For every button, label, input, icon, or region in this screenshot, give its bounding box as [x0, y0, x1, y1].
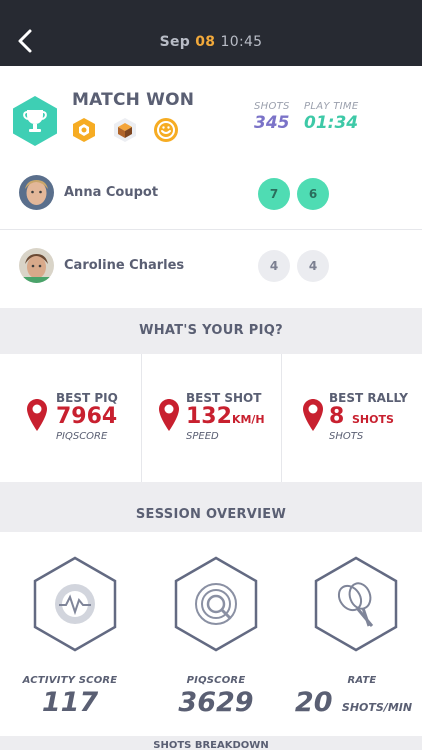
overview-label: PIQSCORE: [186, 675, 246, 686]
best-piq-card[interactable]: BEST PIQ 7964 PIQSCORE: [0, 354, 141, 482]
best-shot-card[interactable]: BEST SHOT 132KM/H SPEED: [141, 354, 281, 482]
piq-cards: BEST PIQ 7964 PIQSCORE BEST SHOT 132KM/H…: [0, 354, 422, 482]
activity-icon[interactable]: [33, 556, 117, 652]
top-bar: Sep 08 10:45: [0, 0, 422, 66]
date-month: Sep: [159, 34, 191, 50]
player-row[interactable]: Caroline Charles 4 4: [0, 233, 422, 297]
hexagon-badge-icon: [73, 118, 95, 142]
piq-logo-icon[interactable]: [174, 556, 258, 652]
playtime-value: 01:34: [304, 113, 359, 133]
trophy-icon: [13, 96, 57, 146]
player-avatar: [19, 248, 54, 283]
session-time: 10:45: [220, 34, 263, 50]
set-score: 7: [258, 178, 290, 210]
set-score: 4: [297, 250, 329, 282]
player-row[interactable]: Anna Coupot 7 6: [0, 160, 422, 224]
racket-icon[interactable]: [314, 556, 398, 652]
cube-badge-icon: [114, 118, 136, 142]
overview-value: 117: [41, 687, 99, 718]
overview-value: 3629: [178, 687, 254, 718]
smiley-badge-icon: [154, 118, 178, 142]
piq-card-sub: SHOTS: [329, 431, 364, 442]
piq-card-value: 8 SHOTS: [329, 404, 394, 429]
shots-breakdown-header: SHOTS BREAKDOWN: [0, 736, 422, 750]
piq-card-sub: SPEED: [186, 431, 219, 442]
location-pin-icon: [159, 399, 179, 431]
overview-label: RATE: [347, 675, 377, 686]
overview-label: ACTIVITY SCORE: [22, 675, 118, 686]
best-rally-card[interactable]: BEST RALLY 8 SHOTS SHOTS: [281, 354, 422, 482]
playtime-label: PLAY TIME: [304, 101, 359, 112]
set-score: 4: [258, 250, 290, 282]
location-pin-icon: [27, 399, 47, 431]
overview-value: 20 SHOTS/MIN: [294, 687, 413, 718]
piq-card-sub: PIQSCORE: [56, 431, 108, 442]
date-day: 08: [195, 34, 216, 50]
session-datetime: Sep 08 10:45: [0, 34, 422, 50]
match-detail-screen: Sep 08 10:45 MATCH WON SHOTS 345 PLAY TI…: [0, 0, 422, 750]
piq-card-value: 132KM/H: [186, 404, 265, 429]
player-avatar: [19, 175, 54, 210]
shots-label: SHOTS: [254, 101, 290, 112]
piq-card-label: BEST PIQ: [56, 391, 118, 405]
shots-value: 345: [254, 113, 290, 133]
match-result: MATCH WON: [72, 90, 195, 110]
piq-card-label: BEST SHOT: [186, 391, 262, 405]
location-pin-icon: [303, 399, 323, 431]
divider: [0, 229, 422, 230]
set-score: 6: [297, 178, 329, 210]
piq-card-label: BEST RALLY: [329, 391, 408, 405]
player-name: Caroline Charles: [64, 258, 185, 273]
piq-card-value: 7964: [56, 404, 118, 429]
overview-section-header: SESSION OVERVIEW: [0, 482, 422, 532]
piq-section-header: WHAT'S YOUR PIQ?: [0, 308, 422, 354]
player-name: Anna Coupot: [64, 185, 159, 200]
